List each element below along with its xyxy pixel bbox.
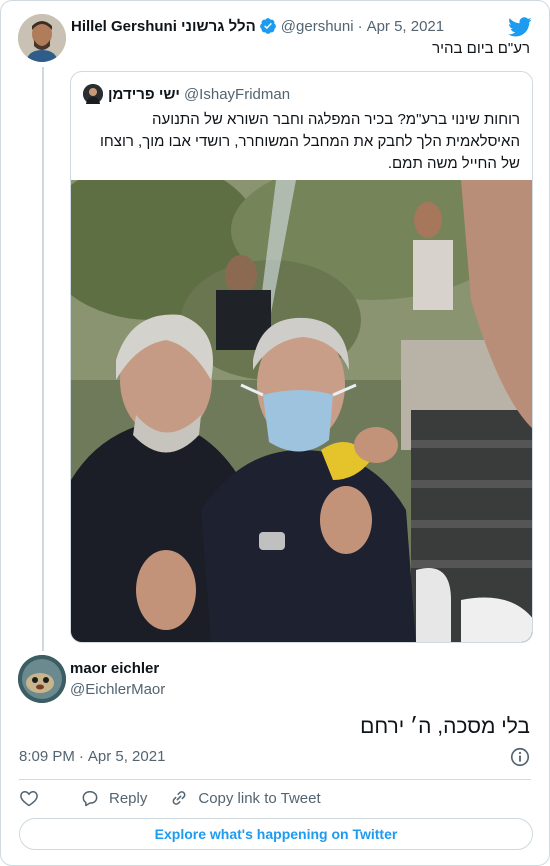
info-icon[interactable] (509, 746, 531, 768)
author-handle[interactable]: @gershuni (281, 18, 354, 35)
quoted-tweet-video-thumbnail[interactable] (71, 180, 532, 642)
tweet-actions: Reply Copy link to Tweet (19, 786, 343, 810)
separator-dot: · (357, 17, 363, 35)
divider (19, 779, 531, 780)
quoted-author-name[interactable]: ישי פרידמן (108, 86, 180, 103)
link-icon (172, 791, 186, 805)
separator-dot: · (78, 748, 84, 765)
tweet-date[interactable]: Apr 5, 2021 (367, 18, 445, 35)
author-name[interactable]: Hillel Gershuni הלל גרשוני (71, 18, 256, 35)
explore-twitter-button[interactable]: Explore what's happening on Twitter (19, 818, 533, 850)
tweet-text: רע"ם ביום בהיר (432, 40, 530, 57)
tweet-time: 8:09 PM (19, 748, 75, 765)
like-button[interactable] (19, 788, 48, 808)
quoted-tweet-text: רוחות שינוי ברע"מ? בכיר המפלגה וחבר השור… (100, 111, 520, 172)
quoted-author-handle[interactable]: @IshayFridman (184, 86, 290, 103)
quoted-tweet-header: ישי פרידמן @IshayFridman (83, 84, 290, 104)
heart-icon (20, 790, 38, 807)
reply-author-avatar[interactable] (18, 655, 66, 703)
twitter-bird-icon[interactable] (508, 15, 532, 39)
verified-badge-icon (259, 18, 276, 34)
quoted-tweet[interactable]: ישי פרידמן @IshayFridman רוחות שינוי ברע… (70, 71, 533, 643)
copy-link-button[interactable]: Copy link to Tweet (169, 788, 321, 808)
tweet-header: Hillel Gershuni הלל גרשוני @gershuni · A… (71, 17, 444, 35)
quoted-author-avatar (83, 84, 103, 104)
author-avatar[interactable] (18, 14, 66, 62)
reply-tweet-text: בלי מסכה, ה׳ ירחם (360, 715, 530, 738)
tweet-timestamp[interactable]: 8:09 PM · Apr 5, 2021 (19, 748, 165, 765)
reply-author-handle[interactable]: @EichlerMaor (70, 681, 165, 698)
tweet-full-date: Apr 5, 2021 (87, 748, 166, 765)
reply-button[interactable]: Reply (80, 788, 147, 808)
reply-label: Reply (109, 789, 148, 807)
tweet-embed-card: Hillel Gershuni הלל גרשוני @gershuni · A… (0, 0, 550, 866)
reply-bubble-icon (82, 791, 98, 807)
reply-author-name[interactable]: maor eichler (70, 660, 159, 677)
thread-connector (42, 67, 44, 651)
copy-link-label: Copy link to Tweet (198, 789, 321, 807)
